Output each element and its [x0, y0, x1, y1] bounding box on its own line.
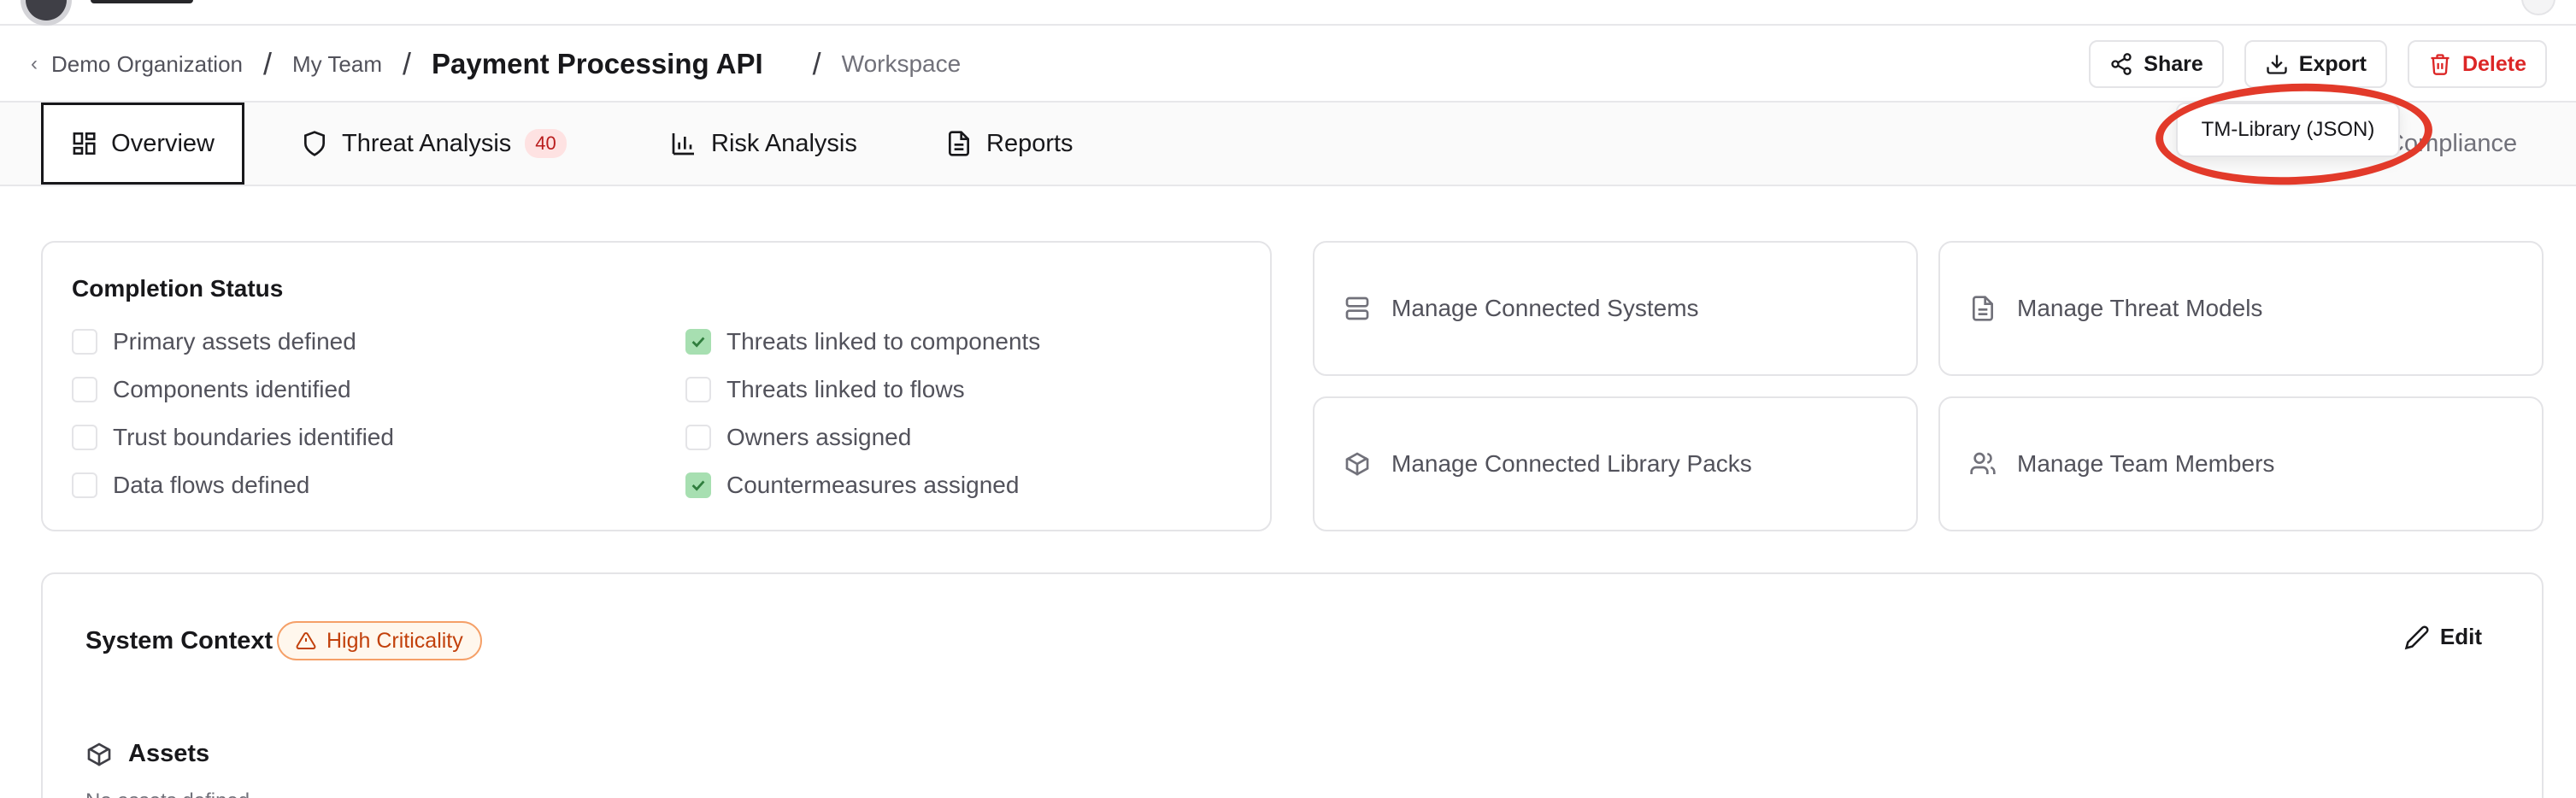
page-header: ‹ Demo Organization / My Team / Payment …: [0, 26, 2576, 103]
completion-item: Components identified: [72, 376, 351, 403]
check-icon: [691, 337, 705, 348]
bar-chart-icon: [672, 133, 694, 155]
manage-card-label: Manage Connected Library Packs: [1391, 450, 1752, 477]
manage-connected-systems-card[interactable]: Manage Connected Systems: [1313, 241, 1918, 376]
system-context-title: System Context: [85, 627, 273, 654]
criticality-badge: High Criticality: [277, 621, 482, 660]
manage-card-label: Manage Threat Models: [2017, 295, 2263, 321]
checkbox-unchecked: [685, 377, 711, 402]
completion-status-card: Completion Status Primary assets defined…: [41, 241, 1272, 531]
completion-item-label: Countermeasures assigned: [726, 472, 1020, 498]
delete-label: Delete: [2461, 51, 2526, 76]
chevron-left-icon[interactable]: ‹: [31, 52, 38, 76]
tab-compliance[interactable]: Compliance: [2386, 103, 2517, 185]
assets-section-title: Assets: [85, 740, 209, 768]
breadcrumb-team[interactable]: My Team: [292, 51, 382, 78]
tab-label: Overview: [111, 129, 215, 157]
brand-name-cut: [91, 0, 193, 3]
checkbox-unchecked: [685, 425, 711, 450]
tab-threat-analysis[interactable]: Threat Analysis 40: [273, 103, 594, 185]
breadcrumb-section: Workspace: [841, 50, 962, 77]
checkbox-unchecked: [72, 377, 97, 402]
delete-button[interactable]: Delete: [2407, 40, 2547, 88]
checkbox-checked: [685, 472, 711, 498]
tab-label: Reports: [986, 129, 1073, 157]
system-context-card: System Context High Criticality Edit Ass…: [41, 572, 2544, 798]
assets-empty-text: No assets defined: [85, 789, 250, 798]
check-icon: [691, 480, 705, 491]
completion-item: Primary assets defined: [72, 328, 356, 355]
checkbox-checked: [685, 329, 711, 355]
trash-icon: [2431, 54, 2450, 75]
page-title: Payment Processing API: [432, 48, 763, 79]
shield-icon: [304, 131, 325, 156]
breadcrumb: ‹ Demo Organization / My Team / Payment …: [31, 26, 961, 103]
breadcrumb-org[interactable]: Demo Organization: [51, 51, 243, 78]
top-app-bar: [0, 0, 2576, 26]
header-actions: Share Export Delete: [2089, 40, 2547, 88]
share-button[interactable]: Share: [2089, 40, 2224, 88]
tab-risk-analysis[interactable]: Risk Analysis: [643, 103, 885, 185]
manage-threat-models-card[interactable]: Manage Threat Models: [1938, 241, 2544, 376]
package-icon: [87, 742, 111, 766]
file-icon: [1973, 296, 1993, 321]
breadcrumb-separator: /: [403, 46, 412, 81]
edit-context-button[interactable]: Edit: [2404, 624, 2482, 650]
threat-count-badge: 40: [525, 129, 567, 158]
checkbox-unchecked: [72, 472, 97, 498]
tab-reports[interactable]: Reports: [918, 103, 1101, 185]
assets-label: Assets: [128, 740, 210, 767]
completion-item-label: Data flows defined: [113, 472, 310, 498]
completion-item: Threats linked to components: [685, 328, 1040, 355]
share-icon: [2111, 53, 2132, 75]
criticality-label: High Criticality: [326, 628, 463, 653]
tab-label: Compliance: [2386, 129, 2518, 157]
users-icon: [1970, 452, 1996, 474]
completion-item-label: Threats linked to components: [726, 328, 1041, 355]
share-label: Share: [2144, 51, 2203, 76]
manage-card-label: Manage Team Members: [2017, 450, 2275, 477]
manage-card-label: Manage Connected Systems: [1391, 295, 1699, 321]
completion-item: Owners assigned: [685, 424, 911, 451]
export-label: Export: [2298, 51, 2367, 76]
breadcrumb-separator: /: [812, 46, 821, 81]
package-icon: [1345, 452, 1369, 476]
user-avatar[interactable]: [2521, 0, 2555, 15]
tab-label: Risk Analysis: [711, 129, 857, 157]
checkbox-unchecked: [72, 329, 97, 355]
completion-item-label: Components identified: [113, 376, 351, 402]
completion-item: Countermeasures assigned: [685, 472, 1019, 499]
edit-label: Edit: [2439, 624, 2482, 649]
tab-label: Threat Analysis: [342, 129, 512, 157]
checkbox-unchecked: [72, 425, 97, 450]
download-icon: [2267, 55, 2287, 74]
dashboard-icon: [73, 132, 96, 155]
completion-item-label: Owners assigned: [726, 424, 912, 450]
completion-item-label: Trust boundaries identified: [113, 424, 394, 450]
warning-triangle-icon: [296, 631, 316, 649]
file-text-icon: [949, 131, 969, 156]
completion-item: Threats linked to flows: [685, 376, 965, 403]
completion-item: Trust boundaries identified: [72, 424, 394, 451]
completion-status-title: Completion Status: [72, 275, 284, 302]
server-icon: [1345, 296, 1369, 320]
manage-team-members-card[interactable]: Manage Team Members: [1938, 396, 2544, 531]
export-menu-item-tm-library-json[interactable]: TM-Library (JSON): [2176, 103, 2400, 157]
pencil-icon: [2404, 625, 2429, 649]
completion-item-label: Primary assets defined: [113, 328, 356, 355]
export-button[interactable]: Export: [2244, 40, 2387, 88]
tab-overview[interactable]: Overview: [41, 103, 244, 185]
breadcrumb-separator: /: [263, 46, 273, 81]
manage-library-packs-card[interactable]: Manage Connected Library Packs: [1313, 396, 1918, 531]
completion-item-label: Threats linked to flows: [726, 376, 965, 402]
completion-item: Data flows defined: [72, 472, 309, 499]
